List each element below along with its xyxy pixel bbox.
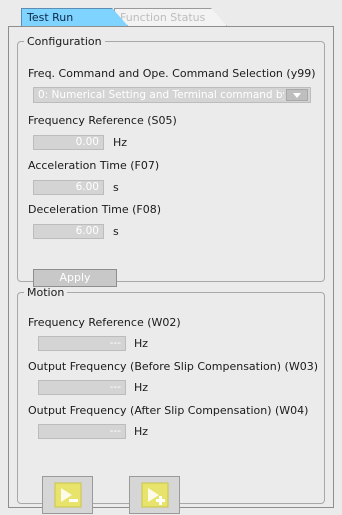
command-selection-value: 0: Numerical Setting and Terminal comman… xyxy=(38,89,284,101)
output-frequency-after-unit: Hz xyxy=(134,425,149,438)
output-frequency-before-label: Output Frequency (Before Slip Compensati… xyxy=(28,360,318,373)
command-selection-dropdown[interactable]: 0: Numerical Setting and Terminal comman… xyxy=(33,87,311,103)
motion-legend: Motion xyxy=(27,286,65,299)
tab-function-status[interactable]: Function Status xyxy=(114,8,227,26)
acceleration-time-unit: s xyxy=(113,181,119,194)
frequency-reference-w02-value: --- xyxy=(38,336,126,351)
frequency-reference-w02-unit: Hz xyxy=(134,337,149,350)
reverse-run-button[interactable] xyxy=(42,476,93,514)
output-frequency-before-unit: Hz xyxy=(134,381,149,394)
deceleration-time-label: Deceleration Time (F08) xyxy=(28,203,162,216)
output-frequency-after-value: --- xyxy=(38,424,126,439)
tab-test-run[interactable]: Test Run xyxy=(21,8,128,26)
deceleration-time-unit: s xyxy=(113,225,119,238)
forward-run-button[interactable] xyxy=(129,476,180,514)
acceleration-time-label: Acceleration Time (F07) xyxy=(28,159,160,172)
output-frequency-after-label: Output Frequency (After Slip Compensatio… xyxy=(28,404,309,417)
configuration-legend: Configuration xyxy=(27,35,102,48)
deceleration-time-input[interactable]: 6.00 xyxy=(33,224,104,239)
configuration-group: Configuration Freq. Command and Ope. Com… xyxy=(17,35,325,287)
frequency-reference-input[interactable]: 0.00 xyxy=(33,135,104,150)
frequency-reference-w02-label: Frequency Reference (W02) xyxy=(28,316,181,329)
selection-label: Freq. Command and Ope. Command Selection… xyxy=(28,67,316,80)
frequency-reference-label: Frequency Reference (S05) xyxy=(28,114,177,127)
motion-group: Motion Frequency Reference (W02) --- Hz … xyxy=(17,286,325,514)
apply-button[interactable]: Apply xyxy=(33,269,117,287)
tab-bar: Function Status Test Run xyxy=(0,0,342,27)
acceleration-time-input[interactable]: 6.00 xyxy=(33,180,104,195)
reverse-run-icon xyxy=(54,482,81,508)
chevron-down-icon[interactable] xyxy=(286,89,308,101)
forward-run-icon xyxy=(141,482,168,508)
output-frequency-before-value: --- xyxy=(38,380,126,395)
frequency-reference-unit: Hz xyxy=(113,136,128,149)
test-run-panel: Configuration Freq. Command and Ope. Com… xyxy=(8,26,334,514)
